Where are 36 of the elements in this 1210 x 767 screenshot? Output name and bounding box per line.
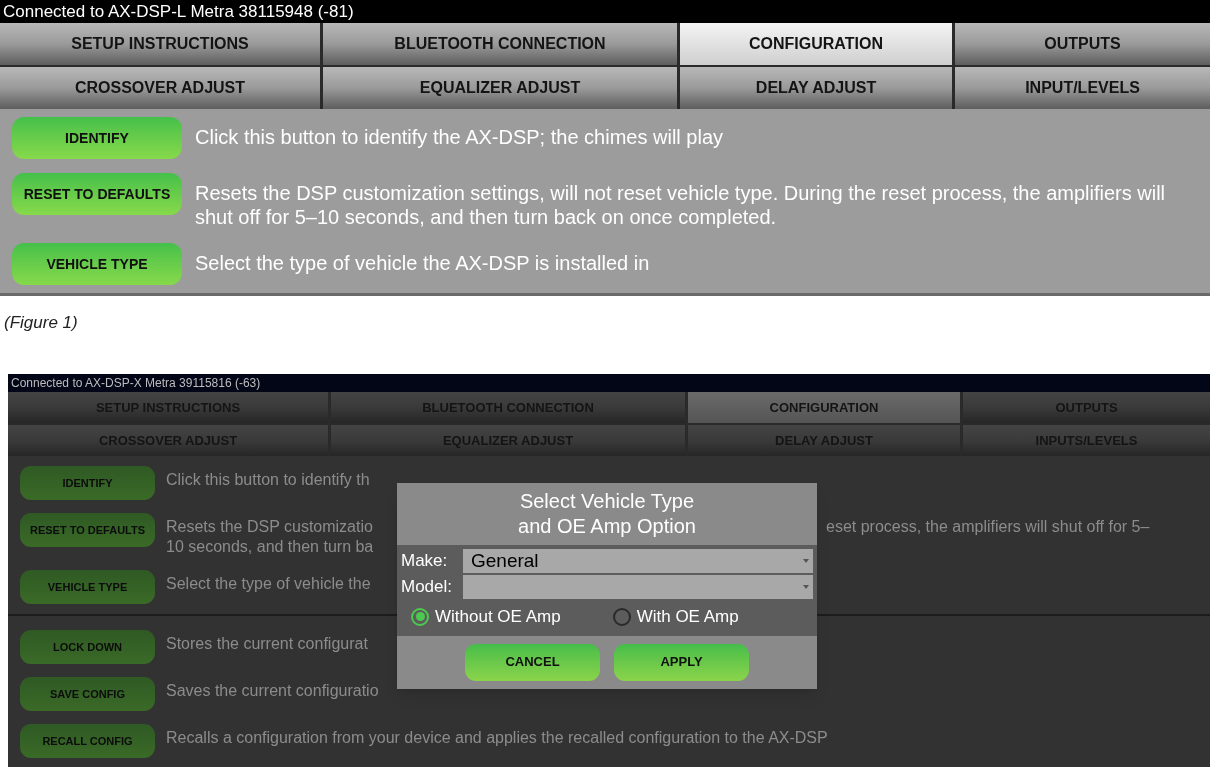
description-text: Saves the current configuratio [166, 681, 380, 701]
tab[interactable]: DELAY ADJUST [680, 67, 952, 109]
description-text: Select the type of vehicle the [166, 574, 372, 594]
dialog-title: Select Vehicle Type and OE Amp Option [517, 489, 697, 539]
action-button[interactable]: IDENTIFY [12, 117, 182, 159]
dropdown-field[interactable]: General [463, 549, 813, 573]
tab[interactable]: EQUALIZER ADJUST [323, 67, 677, 109]
description-text: Recalls a configuration from your device and applies the recalled configuration to the AX-DSP [166, 728, 828, 748]
radio-option[interactable]: Without OE Amp [411, 604, 561, 630]
description-text: Stores the current configurat [166, 634, 369, 654]
description-text: eset process, the amplifiers will shut off for 5– [826, 517, 1150, 537]
tab[interactable]: INPUT/LEVELS [955, 67, 1210, 109]
description-text: Click this button to identify the AX-DSP; the chimes will play [195, 125, 723, 149]
caret-icon [803, 585, 809, 589]
figure-caption: (Figure 1) [3, 312, 79, 334]
dropdown-field[interactable] [463, 575, 813, 599]
radio-option[interactable]: With OE Amp [612, 604, 739, 630]
tab[interactable]: CROSSOVER ADJUST [0, 67, 320, 109]
status-bar: Connected to AX-DSP-L Metra 38115948 (-81) [0, 0, 1210, 23]
status-bar: Connected to AX-DSP-X Metra 39115816 (-63) [8, 374, 1210, 392]
tab[interactable]: SETUP INSTRUCTIONS [0, 23, 320, 65]
description-text: Select the type of vehicle the AX-DSP is installed in [195, 251, 650, 275]
caret-icon [803, 559, 809, 563]
description-text: Resets the DSP customization settings, will not reset vehicle type. During the reset process, the amplifiers will shut off for 5–10 seconds, and then turn back on once completed. [195, 181, 1167, 229]
dialog-button[interactable]: CANCEL [465, 643, 600, 681]
tab[interactable]: BLUETOOTH CONNECTION [323, 23, 677, 65]
field-label: Model: [401, 576, 454, 599]
description-text: Click this button to identify th [166, 470, 371, 490]
description-text: Resets the DSP customizatio [166, 517, 374, 537]
action-button[interactable]: RESET TO DEFAULTS [12, 173, 182, 215]
dialog-button[interactable]: APPLY [614, 643, 749, 681]
action-button[interactable]: VEHICLE TYPE [12, 243, 182, 285]
field-label: Make: [401, 550, 449, 573]
tab[interactable]: OUTPUTS [955, 23, 1210, 65]
tab[interactable]: CONFIGURATION [680, 23, 952, 65]
description-text: 10 seconds, and then turn ba [166, 537, 375, 557]
